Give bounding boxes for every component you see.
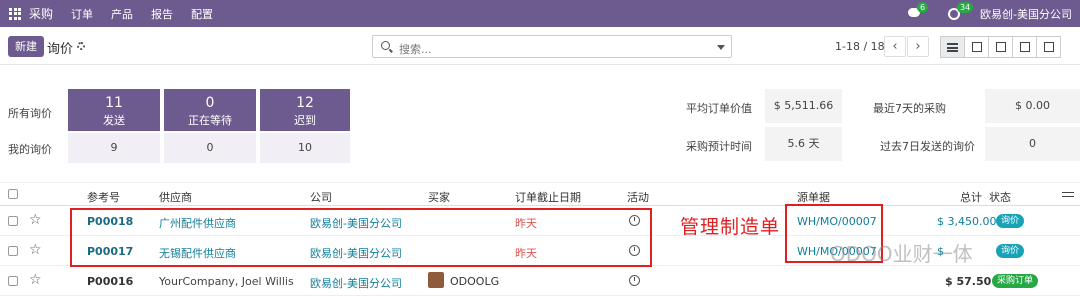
- star-icon[interactable]: ☆: [29, 272, 42, 288]
- list-icon: [947, 42, 958, 52]
- tile-late-count: 12: [296, 95, 314, 111]
- annotation-text: 管理制造单: [680, 216, 781, 238]
- calendar-icon: [1043, 42, 1054, 52]
- last7-value: $ 0.00: [985, 89, 1080, 123]
- search-placeholder: 搜索...: [399, 43, 432, 56]
- graph-view-button[interactable]: [1012, 36, 1037, 58]
- gear-icon[interactable]: [77, 42, 85, 50]
- tile-waiting[interactable]: 0 正在等待: [164, 89, 256, 131]
- avg-order-label: 平均订单价值: [686, 102, 752, 115]
- tile-sent-count: 11: [105, 95, 123, 111]
- purchase-dashboard: 所有询价 我的询价 11 发送 0 正在等待 12 迟到 9 0 10 平均订单价值 …: [0, 89, 1080, 163]
- my-rfq-label: 我的询价: [8, 143, 52, 156]
- calendar-view-button[interactable]: [1036, 36, 1061, 58]
- star-icon[interactable]: ☆: [29, 242, 42, 258]
- tile-waiting-label: 正在等待: [188, 114, 232, 127]
- activity-icon[interactable]: 34: [948, 1, 974, 20]
- page-title: 询价: [47, 42, 74, 57]
- status-badge: 询价: [996, 214, 1025, 228]
- search-icon: [381, 41, 390, 50]
- watermark: ODOO业财一体: [830, 242, 973, 266]
- pager-previous-button[interactable]: ‹: [884, 36, 906, 57]
- status-badge: 采购订单: [992, 274, 1039, 288]
- row-ref: P00016: [87, 275, 134, 288]
- all-rfq-label: 所有询价: [8, 107, 52, 120]
- highlight-box-rows: [70, 208, 652, 267]
- menu-reports[interactable]: 报告: [151, 6, 173, 22]
- table-icon: [995, 42, 1006, 52]
- view-switcher: [940, 36, 1061, 58]
- col-company[interactable]: 公司: [310, 189, 332, 205]
- col-status[interactable]: 状态: [989, 189, 1011, 205]
- tile-sent[interactable]: 11 发送: [68, 89, 160, 131]
- row-checkbox[interactable]: [8, 276, 18, 286]
- col-deadline[interactable]: 订单截止日期: [515, 189, 581, 205]
- row-checkbox[interactable]: [8, 216, 18, 226]
- pager-next-button[interactable]: ›: [907, 36, 929, 57]
- search-input[interactable]: 搜索...: [372, 35, 732, 58]
- my-waiting-value[interactable]: 0: [164, 133, 256, 163]
- new-button[interactable]: 新建: [8, 36, 44, 57]
- sent7-label: 过去7日发送的询价: [880, 140, 975, 153]
- kanban-icon: [971, 42, 982, 52]
- kanban-view-button[interactable]: [964, 36, 989, 58]
- avatar: [428, 272, 444, 288]
- sent7-value: 0: [985, 127, 1080, 161]
- row-vendor[interactable]: YourCompany, Joel Willis: [159, 275, 294, 288]
- col-ref[interactable]: 参考号: [87, 189, 120, 205]
- lead-time-label: 采购预计时间: [686, 140, 752, 153]
- status-badge: 询价: [996, 244, 1025, 258]
- avg-order-value: $ 5,511.66: [765, 89, 842, 123]
- list-view-button[interactable]: [940, 36, 965, 58]
- menu-config[interactable]: 配置: [191, 6, 213, 22]
- tile-late[interactable]: 12 迟到: [260, 89, 350, 131]
- col-buyer[interactable]: 买家: [428, 189, 450, 205]
- activity-clock-icon[interactable]: [629, 275, 640, 286]
- topbar-right: 6 34 欧易创-美国分公司: [908, 0, 1072, 27]
- col-vendor[interactable]: 供应商: [159, 189, 192, 205]
- row-company[interactable]: 欧易创-美国分公司: [310, 275, 402, 291]
- menu-products[interactable]: 产品: [111, 6, 133, 22]
- my-sent-value[interactable]: 9: [68, 133, 160, 163]
- col-activity[interactable]: 活动: [627, 189, 649, 205]
- tile-late-label: 迟到: [294, 114, 316, 127]
- row-total: $ 57.50: [945, 275, 992, 288]
- menu-orders[interactable]: 订单: [71, 6, 93, 22]
- my-late-value[interactable]: 10: [260, 133, 350, 163]
- company-switcher[interactable]: 欧易创-美国分公司: [980, 6, 1072, 22]
- control-panel: 新建 询价 搜索... 1-18 / 18 ‹ ›: [0, 27, 1080, 65]
- pivot-view-button[interactable]: [988, 36, 1013, 58]
- lead-time-value: 5.6 天: [765, 127, 842, 161]
- chat-icon[interactable]: 6: [908, 2, 929, 19]
- main-menu: 订单 产品 报告 配置: [53, 6, 213, 22]
- chevron-down-icon[interactable]: [717, 45, 725, 50]
- row-checkbox[interactable]: [8, 246, 18, 256]
- star-icon[interactable]: ☆: [29, 212, 42, 228]
- row-buyer: ODOOLG: [450, 275, 500, 288]
- row-total: $ 3,450.00: [937, 215, 997, 228]
- select-all-checkbox[interactable]: [8, 189, 18, 199]
- column-settings-icon[interactable]: [1062, 189, 1074, 199]
- pager-value[interactable]: 1-18 / 18: [835, 40, 885, 53]
- col-total[interactable]: 总计: [960, 189, 982, 205]
- last7-label: 最近7天的采购: [873, 102, 946, 115]
- top-navbar: 采购 订单 产品 报告 配置 6 34 欧易创-美国分公司: [0, 0, 1080, 27]
- tile-sent-label: 发送: [103, 114, 125, 127]
- table-row[interactable]: ☆ P00016 YourCompany, Joel Willis 欧易创-美国…: [0, 267, 1080, 296]
- table-header: 参考号 供应商 公司 买家 订单截止日期 活动 源单据 总计 状态: [0, 182, 1080, 206]
- col-origin[interactable]: 源单据: [797, 189, 830, 205]
- chart-icon: [1019, 42, 1030, 52]
- chat-count-badge: 6: [917, 2, 929, 13]
- activity-count-badge: 34: [957, 1, 974, 13]
- apps-menu-icon[interactable]: [9, 7, 21, 20]
- tile-waiting-count: 0: [205, 95, 215, 111]
- app-name[interactable]: 采购: [29, 5, 53, 22]
